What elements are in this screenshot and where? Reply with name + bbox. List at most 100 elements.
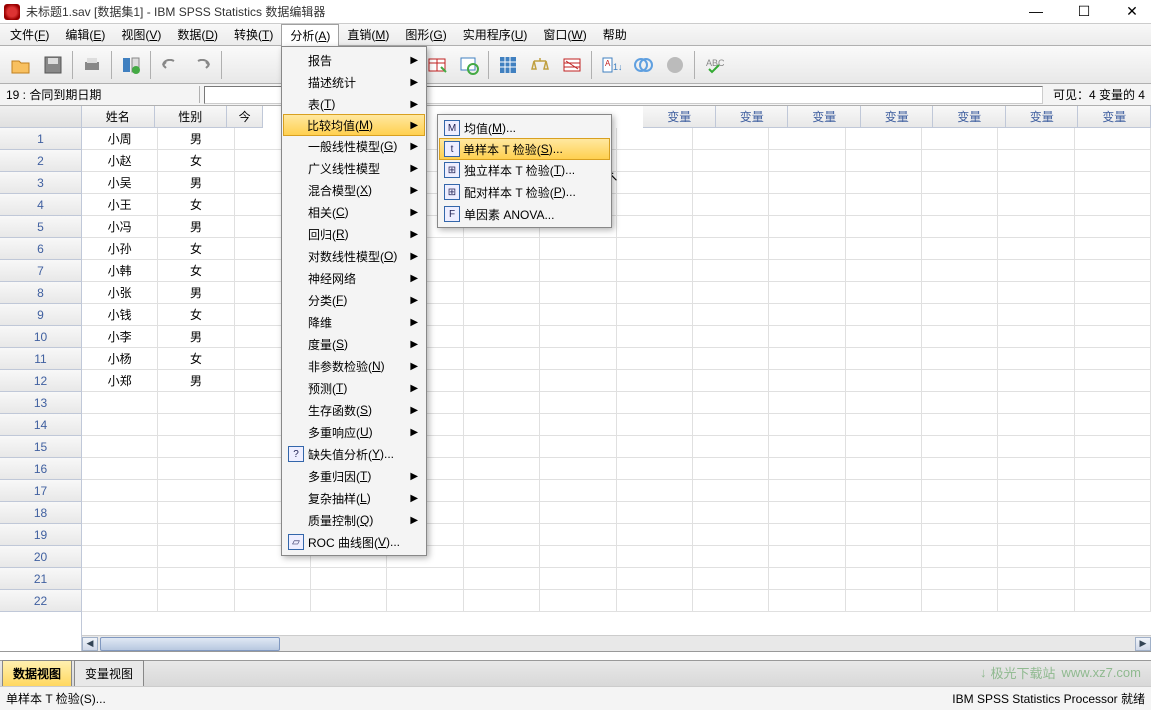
cell-empty[interactable] [998, 348, 1074, 370]
cell-empty[interactable] [540, 568, 616, 590]
cell-empty[interactable] [846, 546, 922, 568]
cell-empty[interactable] [846, 436, 922, 458]
cell-empty[interactable] [769, 414, 845, 436]
cell-empty[interactable] [1075, 524, 1151, 546]
cell-empty[interactable] [1075, 590, 1151, 612]
col-header-empty[interactable]: 变量 [788, 106, 861, 128]
use-sets-button[interactable] [628, 50, 658, 80]
cell-empty[interactable] [998, 282, 1074, 304]
cell-empty[interactable] [1075, 414, 1151, 436]
cell-empty[interactable] [693, 348, 769, 370]
cell-empty[interactable] [922, 128, 998, 150]
cell-empty[interactable] [922, 326, 998, 348]
cell-empty[interactable] [846, 172, 922, 194]
row-header[interactable]: 6 [0, 238, 81, 260]
submenu-item-单样本T检验S[interactable]: t单样本 T 检验(S)... [439, 138, 610, 160]
cell-name[interactable]: 小周 [82, 128, 158, 150]
cell-empty[interactable] [922, 546, 998, 568]
cell-empty[interactable] [846, 458, 922, 480]
menu-item-ROC 曲线图V[interactable]: ▱ROC 曲线图(V)... [284, 531, 424, 553]
cell-name[interactable] [82, 458, 158, 480]
cell-empty[interactable] [769, 238, 845, 260]
cell-empty[interactable] [846, 238, 922, 260]
menu-item-降维[interactable]: 降维▶ [284, 311, 424, 333]
col-header-empty[interactable]: 变量 [861, 106, 934, 128]
tab-数据视图[interactable]: 数据视图 [2, 660, 72, 686]
cell-empty[interactable] [769, 590, 845, 612]
cell-empty[interactable] [769, 304, 845, 326]
value-labels-button[interactable]: A1↓ [596, 50, 626, 80]
cell-empty[interactable] [387, 590, 463, 612]
row-header[interactable]: 18 [0, 502, 81, 524]
cell-empty[interactable] [464, 524, 540, 546]
cell-empty[interactable] [846, 590, 922, 612]
cell-empty[interactable] [846, 128, 922, 150]
cell-empty[interactable] [998, 304, 1074, 326]
submenu-item-单因素ANOVA[interactable]: F单因素 ANOVA... [440, 203, 609, 225]
cell-empty[interactable] [464, 568, 540, 590]
cell-gender[interactable]: 女 [158, 194, 234, 216]
cell-empty[interactable] [617, 216, 693, 238]
horizontal-scrollbar[interactable]: ◀ ▶ [82, 635, 1151, 651]
cell-empty[interactable] [693, 590, 769, 612]
cell-empty[interactable] [693, 216, 769, 238]
recall-dialog-button[interactable] [116, 50, 146, 80]
cell-gender[interactable] [158, 502, 234, 524]
row-header[interactable]: 2 [0, 150, 81, 172]
cell-empty[interactable] [540, 524, 616, 546]
cell-name[interactable]: 小钱 [82, 304, 158, 326]
cell-empty[interactable] [693, 194, 769, 216]
cell-empty[interactable] [540, 480, 616, 502]
cell-empty[interactable] [387, 568, 463, 590]
cell-empty[interactable] [464, 458, 540, 480]
cell-empty[interactable] [1075, 282, 1151, 304]
cell-empty[interactable] [464, 282, 540, 304]
cell-empty[interactable] [1075, 568, 1151, 590]
cell-empty[interactable] [998, 480, 1074, 502]
cell-gender[interactable] [158, 568, 234, 590]
cell-empty[interactable] [540, 370, 616, 392]
cell-gender[interactable]: 男 [158, 282, 234, 304]
cell-empty[interactable] [1075, 128, 1151, 150]
cell-empty[interactable] [846, 282, 922, 304]
cell-empty[interactable] [693, 568, 769, 590]
cell-empty[interactable] [693, 238, 769, 260]
menu-item-质量控制Q[interactable]: 质量控制(Q)▶ [284, 509, 424, 531]
maximize-button[interactable]: ☐ [1069, 3, 1099, 20]
cell-empty[interactable] [846, 524, 922, 546]
show-all-variables-button[interactable] [660, 50, 690, 80]
row-header[interactable]: 20 [0, 546, 81, 568]
col-header-empty[interactable]: 变量 [716, 106, 789, 128]
cell-empty[interactable] [617, 150, 693, 172]
cell-empty[interactable] [922, 414, 998, 436]
cell-empty[interactable] [464, 348, 540, 370]
cell-empty[interactable] [846, 568, 922, 590]
col-header-partial[interactable]: 今 [227, 106, 263, 128]
cell-empty[interactable] [769, 480, 845, 502]
cell-empty[interactable] [693, 128, 769, 150]
cell-empty[interactable] [769, 128, 845, 150]
col-header-姓名[interactable]: 姓名 [82, 106, 155, 128]
cell-gender[interactable]: 男 [158, 326, 234, 348]
cell-empty[interactable] [769, 568, 845, 590]
scroll-right-button[interactable]: ▶ [1135, 637, 1151, 651]
cell-empty[interactable] [769, 524, 845, 546]
menu-item-多重归因T[interactable]: 多重归因(T)▶ [284, 465, 424, 487]
cell-empty[interactable] [693, 436, 769, 458]
menu-item-预测T[interactable]: 预测(T)▶ [284, 377, 424, 399]
row-header[interactable]: 14 [0, 414, 81, 436]
row-header[interactable]: 3 [0, 172, 81, 194]
weight-cases-button[interactable] [525, 50, 555, 80]
cell-empty[interactable] [998, 326, 1074, 348]
cell-empty[interactable] [617, 194, 693, 216]
cell-name[interactable] [82, 590, 158, 612]
submenu-item-独立样本T检验T[interactable]: ⊞独立样本 T 检验(T)... [440, 159, 609, 181]
cell-empty[interactable] [998, 436, 1074, 458]
cell-empty[interactable] [540, 326, 616, 348]
cell-empty[interactable] [693, 172, 769, 194]
cell-empty[interactable] [846, 392, 922, 414]
cell-empty[interactable] [693, 282, 769, 304]
row-header[interactable]: 1 [0, 128, 81, 150]
cell-empty[interactable] [769, 458, 845, 480]
row-header[interactable]: 4 [0, 194, 81, 216]
